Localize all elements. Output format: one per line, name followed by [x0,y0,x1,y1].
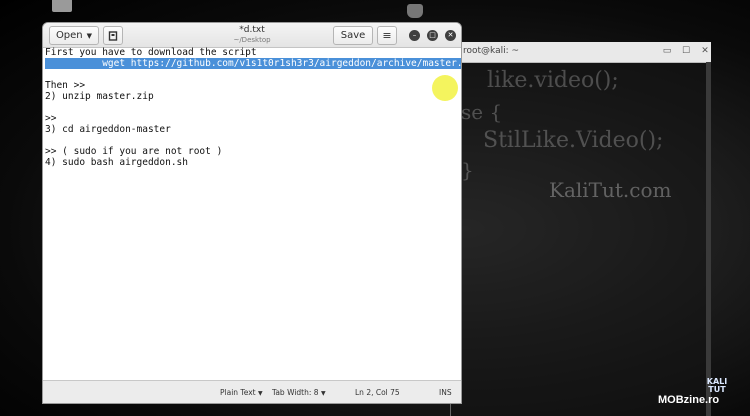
maximize-icon[interactable]: □ [427,30,438,41]
text-area[interactable]: First you have to download the script wg… [43,47,461,380]
site-watermark: MOBzine.ro [658,394,720,406]
kali-tut-logo: KALI TUT [706,377,728,394]
watermark-text: } [461,158,474,182]
text-editor-window[interactable]: Open ▼ *d.txt ~/Desktop Save ≡ – □ ✕ Fir… [42,22,462,404]
desktop-file-icon[interactable] [52,0,72,12]
text-line: First you have to download the script [45,47,257,58]
desktop-app-icon[interactable] [407,4,423,18]
text-line: 2) unzip master.zip [45,91,154,102]
cursor-position: Ln 2, Col 75 [355,388,400,397]
tab-width-selector[interactable]: Tab Width: 8 ▼ [272,388,326,397]
selected-text[interactable]: wget https://github.com/v1s1t0r1sh3r3/ai… [45,58,461,69]
text-line: 3) cd airgeddon-master [45,124,171,135]
terminal-title: root@kali: ~ [463,46,520,56]
hamburger-menu-icon[interactable]: ≡ [377,26,397,45]
text-line: Then >> [45,80,86,91]
text-line: >> ( sudo if you are not root ) [45,146,223,157]
watermark-text: KaliTut.com [549,178,672,202]
tab-width-label: Tab Width: 8 [272,388,319,397]
minimize-icon[interactable]: – [409,30,420,41]
document-title: *d.txt [239,25,265,35]
close-icon[interactable]: ✕ [445,30,456,41]
text-line-selected: wget https://github.com/v1s1t0r1sh3r3/ai… [45,58,461,69]
chevron-down-icon: ▼ [257,390,263,397]
text-line: >> [45,113,57,124]
minimize-icon[interactable]: ▭ [662,46,672,56]
status-bar: Plain Text ▼ Tab Width: 8 ▼ Ln 2, Col 75… [43,380,461,403]
watermark-text: se { [461,100,503,124]
text-line: 4) sudo bash airgeddon.sh [45,157,188,168]
insert-mode: INS [439,388,452,397]
terminal-titlebar[interactable]: root@kali: ~ ▭ ☐ ✕ [451,42,711,63]
chevron-down-icon: ▼ [320,390,326,397]
document-path: ~/Desktop [233,36,271,44]
watermark-text: StilLike.Video(); [483,128,664,153]
editor-headerbar[interactable]: Open ▼ *d.txt ~/Desktop Save ≡ – □ ✕ [43,23,461,48]
language-label: Plain Text [220,388,256,397]
language-selector[interactable]: Plain Text ▼ [220,388,263,397]
mouse-cursor-highlight [432,75,458,101]
terminal-scrollbar[interactable] [706,62,711,416]
save-button[interactable]: Save [333,26,373,45]
maximize-icon[interactable]: ☐ [681,46,691,56]
close-icon[interactable]: ✕ [700,46,710,56]
terminal-window[interactable]: root@kali: ~ ▭ ☐ ✕ like.video(); se { St… [450,42,711,416]
watermark-text: like.video(); [487,68,619,93]
